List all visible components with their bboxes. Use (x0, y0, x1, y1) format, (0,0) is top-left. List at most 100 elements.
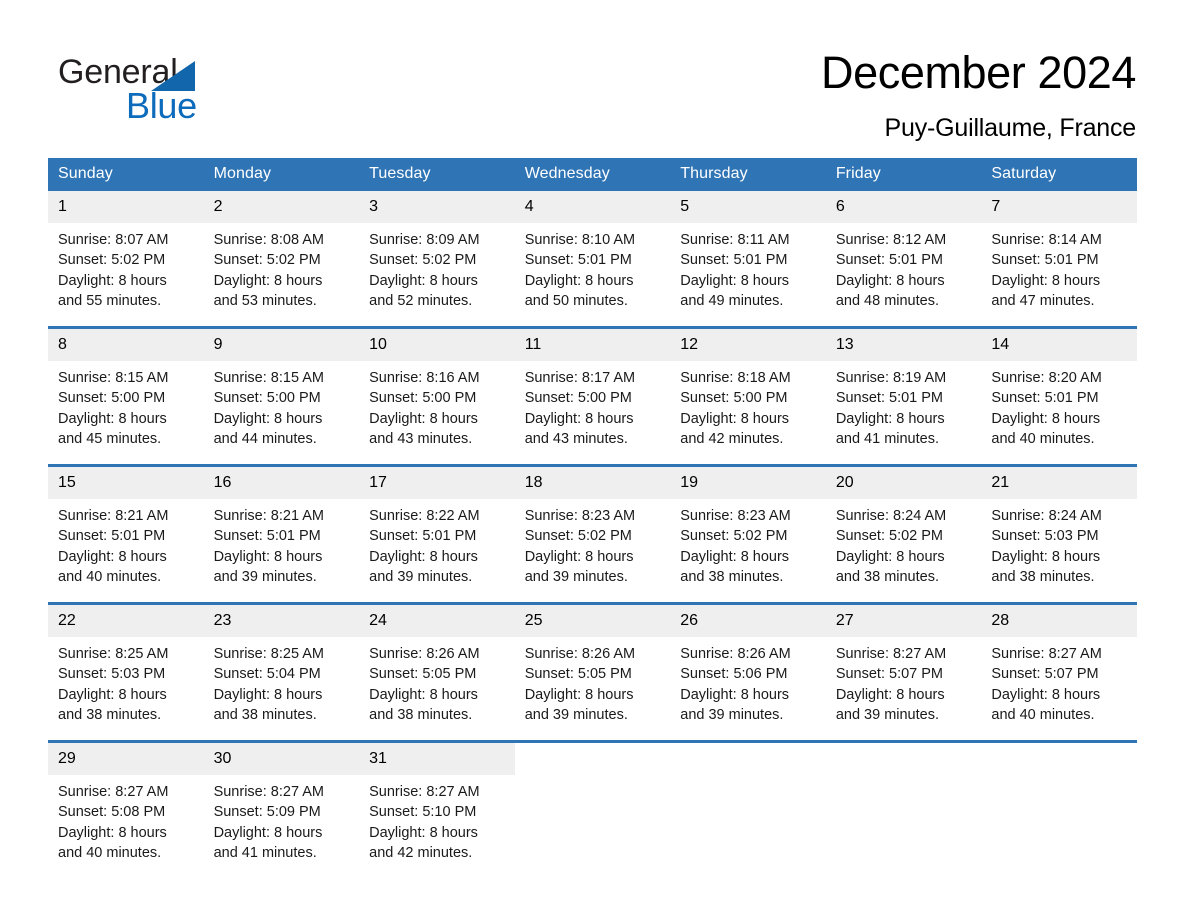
calendar-day-cell[interactable]: 26 Sunrise: 8:26 AM Sunset: 5:06 PM Dayligh… (670, 602, 826, 742)
calendar-header-row: Sunday Monday Tuesday Wednesday Thursday… (48, 158, 1137, 191)
daylight-duration-line2: and 38 minutes. (58, 706, 162, 723)
day-number: 9 (203, 329, 360, 361)
daylight-duration-line2: and 42 minutes. (369, 844, 473, 861)
sunrise-time: Sunrise: 8:21 AM (213, 508, 324, 524)
sunrise-time: Sunrise: 8:12 AM (835, 232, 947, 248)
calendar-day-cell[interactable]: 7 Sunrise: 8:14 AM Sunset: 5:01 PM Daylight… (981, 191, 1137, 328)
sunrise-time: Sunrise: 8:27 AM (213, 784, 324, 800)
daylight-duration-line1: Daylight: 8 hours (369, 272, 478, 289)
calendar-day-cell[interactable]: 27 Sunrise: 8:27 AM Sunset: 5:07 PM Dayligh… (825, 602, 982, 742)
calendar-day-cell[interactable]: 28 Sunrise: 8:27 AM Sunset: 5:07 PM Dayligh… (981, 602, 1137, 742)
day-details: Sunrise: 8:26 AM Sunset: 5:06 PM Daylight:… (670, 637, 826, 725)
day-details: Sunrise: 8:14 AM Sunset: 5:01 PM Daylight:… (981, 223, 1137, 311)
calendar-day-cell[interactable]: 24 Sunrise: 8:26 AM Sunset: 5:05 PM Dayligh… (359, 602, 515, 742)
calendar-day-cell[interactable]: 6 Sunrise: 8:12 AM Sunset: 5:01 PM Daylight… (825, 191, 982, 328)
day-details: Sunrise: 8:07 AM Sunset: 5:02 PM Daylight:… (48, 223, 204, 311)
calendar-day-cell[interactable]: 10 Sunrise: 8:16 AM Sunset: 5:00 PM Dayligh… (359, 326, 515, 466)
sunrise-time: Sunrise: 8:19 AM (835, 370, 947, 386)
day-details: Sunrise: 8:21 AM Sunset: 5:01 PM Daylight:… (204, 499, 360, 587)
daylight-duration-line2: and 39 minutes. (369, 568, 473, 585)
calendar-day-cell[interactable]: 11 Sunrise: 8:17 AM Sunset: 5:00 PM Dayligh… (514, 326, 671, 466)
daylight-duration-line1: Daylight: 8 hours (58, 824, 167, 841)
calendar-body: 1 Sunrise: 8:07 AM Sunset: 5:02 PM Daylight… (48, 191, 1137, 878)
sunset-time: Sunset: 5:00 PM (213, 390, 321, 407)
calendar-day-cell[interactable]: 14 Sunrise: 8:20 AM Sunset: 5:01 PM Dayligh… (981, 326, 1137, 466)
day-number: 18 (514, 467, 671, 499)
calendar-week-row: 22 Sunrise: 8:25 AM Sunset: 5:03 PM Dayligh… (48, 602, 1137, 742)
calendar-day-cell[interactable]: 23 Sunrise: 8:25 AM Sunset: 5:04 PM Dayligh… (203, 602, 360, 742)
sunset-time: Sunset: 5:00 PM (680, 390, 788, 407)
calendar-day-cell[interactable]: 21 Sunrise: 8:24 AM Sunset: 5:03 PM Dayligh… (981, 464, 1137, 604)
daylight-duration-line1: Daylight: 8 hours (835, 548, 945, 565)
calendar-day-cell[interactable]: 1 Sunrise: 8:07 AM Sunset: 5:02 PM Daylight… (48, 191, 204, 328)
calendar-day-cell[interactable]: 17 Sunrise: 8:22 AM Sunset: 5:01 PM Dayligh… (359, 464, 515, 604)
day-details: Sunrise: 8:26 AM Sunset: 5:05 PM Daylight:… (359, 637, 515, 725)
sunrise-time: Sunrise: 8:18 AM (680, 370, 791, 386)
day-number: 28 (981, 605, 1137, 637)
day-details: Sunrise: 8:27 AM Sunset: 5:08 PM Daylight:… (48, 775, 204, 863)
sunrise-time: Sunrise: 8:15 AM (58, 370, 169, 386)
daylight-duration-line2: and 38 minutes. (213, 706, 317, 723)
sunset-time: Sunset: 5:02 PM (835, 528, 944, 545)
calendar-day-cell-empty (670, 740, 826, 878)
calendar-day-cell-empty (981, 740, 1137, 878)
sunrise-time: Sunrise: 8:16 AM (369, 370, 480, 386)
calendar-day-cell[interactable]: 30 Sunrise: 8:27 AM Sunset: 5:09 PM Dayligh… (203, 740, 360, 878)
sunrise-time: Sunrise: 8:24 AM (835, 508, 947, 524)
sunset-time: Sunset: 5:01 PM (213, 528, 321, 545)
calendar-day-cell[interactable]: 19 Sunrise: 8:23 AM Sunset: 5:02 PM Dayligh… (670, 464, 826, 604)
sunset-time: Sunset: 5:09 PM (213, 804, 321, 821)
daylight-duration-line1: Daylight: 8 hours (213, 686, 323, 703)
daylight-duration-line1: Daylight: 8 hours (524, 548, 634, 565)
sunrise-time: Sunrise: 8:08 AM (213, 232, 324, 248)
calendar-day-cell[interactable]: 15 Sunrise: 8:21 AM Sunset: 5:01 PM Dayligh… (48, 464, 204, 604)
sunset-time: Sunset: 5:05 PM (369, 666, 477, 683)
calendar-day-cell[interactable]: 22 Sunrise: 8:25 AM Sunset: 5:03 PM Dayligh… (48, 602, 204, 742)
daylight-duration-line2: and 49 minutes. (680, 292, 784, 309)
calendar-day-cell[interactable]: 13 Sunrise: 8:19 AM Sunset: 5:01 PM Dayligh… (825, 326, 982, 466)
calendar-day-cell[interactable]: 8 Sunrise: 8:15 AM Sunset: 5:00 PM Daylight… (48, 326, 204, 466)
day-number: 15 (48, 467, 204, 499)
calendar-day-cell[interactable]: 12 Sunrise: 8:18 AM Sunset: 5:00 PM Dayligh… (670, 326, 826, 466)
calendar-day-cell[interactable]: 9 Sunrise: 8:15 AM Sunset: 5:00 PM Daylight… (203, 326, 360, 466)
daylight-duration-line2: and 41 minutes. (213, 844, 317, 861)
sunset-time: Sunset: 5:00 PM (369, 390, 477, 407)
calendar-day-cell[interactable]: 3 Sunrise: 8:09 AM Sunset: 5:02 PM Daylight… (359, 191, 515, 328)
calendar-day-cell[interactable]: 20 Sunrise: 8:24 AM Sunset: 5:02 PM Dayligh… (825, 464, 982, 604)
day-details: Sunrise: 8:15 AM Sunset: 5:00 PM Daylight:… (48, 361, 204, 449)
calendar-day-cell[interactable]: 2 Sunrise: 8:08 AM Sunset: 5:02 PM Daylight… (203, 191, 360, 328)
calendar-day-cell[interactable]: 18 Sunrise: 8:23 AM Sunset: 5:02 PM Dayligh… (514, 464, 671, 604)
sunset-time: Sunset: 5:01 PM (369, 528, 477, 545)
daylight-duration-line1: Daylight: 8 hours (58, 686, 167, 703)
calendar-day-cell[interactable]: 31 Sunrise: 8:27 AM Sunset: 5:10 PM Dayligh… (359, 740, 515, 878)
weekday-header-wednesday: Wednesday (514, 158, 671, 191)
sunset-time: Sunset: 5:05 PM (524, 666, 632, 683)
day-number: 5 (670, 191, 826, 223)
day-number: 6 (825, 191, 982, 223)
day-number: 3 (359, 191, 515, 223)
weekday-header-monday: Monday (203, 158, 360, 191)
generalblue-logo[interactable]: General Blue (58, 52, 318, 132)
day-number: 2 (203, 191, 360, 223)
calendar-day-cell[interactable]: 29 Sunrise: 8:27 AM Sunset: 5:08 PM Dayligh… (48, 740, 204, 878)
sunrise-sunset-calendar: Sunday Monday Tuesday Wednesday Thursday… (48, 158, 1137, 878)
calendar-day-cell[interactable]: 25 Sunrise: 8:26 AM Sunset: 5:05 PM Dayligh… (514, 602, 671, 742)
day-number: 21 (981, 467, 1137, 499)
day-number: 31 (359, 743, 515, 775)
page-header: General Blue December 2024 Puy-Guillaume… (0, 0, 1188, 150)
sunset-time: Sunset: 5:07 PM (991, 666, 1099, 683)
sunrise-time: Sunrise: 8:14 AM (991, 232, 1102, 248)
daylight-duration-line1: Daylight: 8 hours (369, 686, 478, 703)
calendar-day-cell[interactable]: 5 Sunrise: 8:11 AM Sunset: 5:01 PM Daylight… (670, 191, 826, 328)
sunset-time: Sunset: 5:01 PM (835, 390, 944, 407)
daylight-duration-line1: Daylight: 8 hours (680, 548, 790, 565)
calendar-day-cell[interactable]: 16 Sunrise: 8:21 AM Sunset: 5:01 PM Dayligh… (203, 464, 360, 604)
daylight-duration-line1: Daylight: 8 hours (213, 410, 323, 427)
daylight-duration-line1: Daylight: 8 hours (680, 686, 790, 703)
sunset-time: Sunset: 5:01 PM (991, 252, 1099, 269)
title-block: December 2024 Puy-Guillaume, France (821, 46, 1136, 144)
sunrise-time: Sunrise: 8:22 AM (369, 508, 480, 524)
sunrise-time: Sunrise: 8:15 AM (213, 370, 324, 386)
day-details: Sunrise: 8:25 AM Sunset: 5:04 PM Daylight:… (204, 637, 360, 725)
calendar-day-cell[interactable]: 4 Sunrise: 8:10 AM Sunset: 5:01 PM Daylight… (514, 191, 671, 328)
